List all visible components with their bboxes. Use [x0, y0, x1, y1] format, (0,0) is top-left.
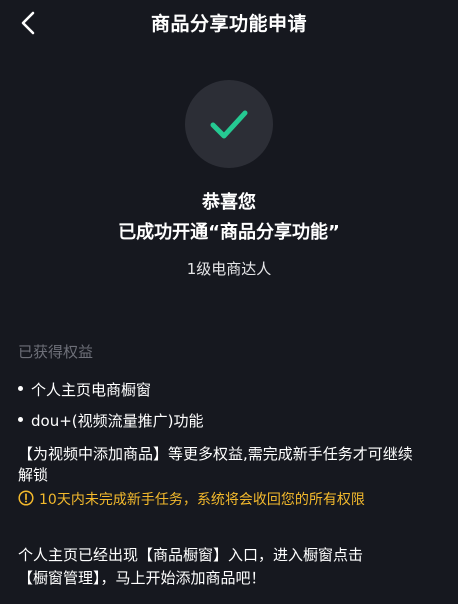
page-title: 商品分享功能申请: [150, 13, 307, 35]
benefit-item-label: 个人主页电商橱窗: [31, 381, 152, 399]
congrats-text: 恭喜您: [202, 192, 256, 213]
bullet-dot-icon: [18, 386, 23, 391]
level-text: 1级电商达人: [186, 260, 272, 278]
unlock-note: 【为视频中添加商品】等更多权益,需完成新手任务才可继续 解锁: [18, 444, 446, 486]
checkmark-icon: [210, 110, 248, 139]
warning-notice: 10天内未完成新手任务，系统将会收回您的所有权限: [18, 488, 448, 510]
back-button[interactable]: [14, 8, 44, 38]
unlock-note-line: 【为视频中添加商品】等更多权益,需完成新手任务才可继续: [18, 445, 413, 463]
opened-feature-text: 已成功开通“商品分享功能”: [118, 222, 340, 243]
instruction-line: 【橱窗管理】，马上开始添加商品吧！: [18, 569, 266, 587]
warning-circle-icon: [18, 490, 34, 506]
header-bar: 商品分享功能申请: [0, 0, 458, 50]
chevron-left-icon: [21, 11, 35, 35]
instruction-line: 个人主页已经出现【商品橱窗】入口，进入橱窗点击: [18, 546, 364, 564]
unlock-note-line: 解锁: [18, 466, 49, 484]
benefit-item-label: dou+(视频流量推广)功能: [31, 412, 204, 430]
benefit-item: dou+(视频流量推广)功能: [18, 410, 203, 431]
warning-text: 10天内未完成新手任务，系统将会收回您的所有权限: [39, 492, 365, 508]
benefits-section-label: 已获得权益: [18, 343, 94, 361]
instruction-text: 个人主页已经出现【商品橱窗】入口，进入橱窗点击 【橱窗管理】，马上开始添加商品吧…: [18, 544, 448, 590]
bullet-dot-icon: [18, 417, 23, 422]
success-badge: [185, 80, 273, 168]
benefit-item: 个人主页电商橱窗: [18, 379, 151, 400]
